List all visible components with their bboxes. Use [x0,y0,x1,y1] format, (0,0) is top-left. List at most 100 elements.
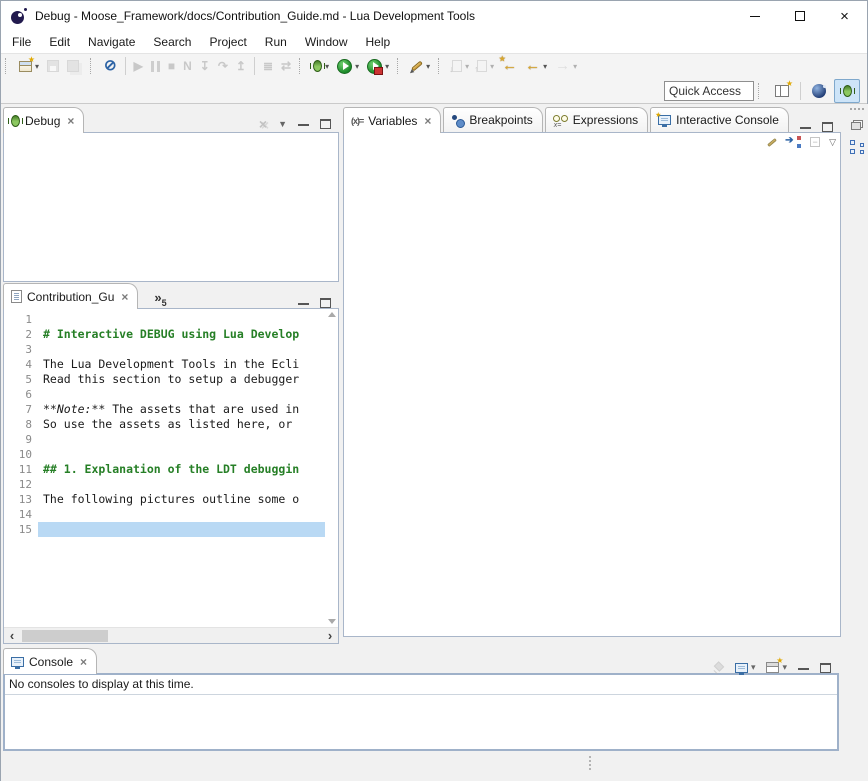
editor-line[interactable] [38,387,325,402]
scrollbar-thumb[interactable] [22,630,108,642]
editor-area: Contribution_Gu × » 5 123456789101112131… [3,282,339,644]
tab-label: Breakpoints [469,113,532,127]
window-close-button[interactable]: × [822,1,867,31]
debug-view-content[interactable] [3,132,339,282]
editor-line[interactable]: # Interactive DEBUG using Lua Develop [38,327,325,342]
editor-line[interactable]: The following pictures outline some o [38,492,325,507]
dropdown-icon[interactable]: ▾ [355,62,359,71]
window-minimize-button[interactable] [732,1,777,31]
tab-console[interactable]: Console × [3,648,97,674]
menu-edit[interactable]: Edit [40,33,79,51]
dropdown-icon[interactable]: ▾ [325,62,329,71]
dropdown-icon[interactable]: ▾ [465,62,469,71]
remove-all-terminated-icon[interactable]: × [259,116,267,132]
debug-bug-icon [11,115,20,127]
maximize-view-icon[interactable] [820,663,831,673]
dropdown-icon[interactable]: ▾ [35,62,39,71]
menu-project[interactable]: Project [200,33,255,51]
tab-breakpoints[interactable]: Breakpoints [443,107,542,132]
editor-line[interactable] [38,477,325,492]
debug-perspective-button[interactable] [834,79,860,103]
vertical-scrollbar[interactable] [325,309,338,627]
new-wizard-button[interactable]: ▾ [16,55,42,77]
minimize-view-icon[interactable] [298,124,309,128]
run-button[interactable]: ▾ [334,55,362,77]
editor-line[interactable]: So use the assets as listed here, or [38,417,325,432]
add-watch-expression-icon[interactable] [786,136,801,148]
show-luadoc-pen-icon[interactable] [767,138,777,147]
menu-search[interactable]: Search [144,33,200,51]
previous-annotation-icon [477,60,487,72]
tab-contribution-guide[interactable]: Contribution_Gu × [3,283,138,309]
dropdown-icon[interactable]: ▾ [751,662,756,673]
pin-console-icon[interactable] [713,662,724,673]
last-edit-location-button[interactable]: ← [499,55,520,77]
dropdown-icon[interactable]: ▾ [543,62,547,71]
line-number: 4 [4,357,32,372]
editor-line[interactable]: ## 1. Explanation of the LDT debuggin [38,462,325,477]
skip-all-breakpoints-button[interactable]: ⊘ [101,55,120,77]
run-external-tools-button[interactable]: ▾ [364,55,392,77]
dropdown-icon[interactable]: ▾ [385,62,389,71]
tab-expressions[interactable]: x= Expressions [545,107,648,132]
view-menu-icon[interactable]: ▽ [829,137,836,148]
open-perspective-icon [775,85,789,97]
scroll-left-icon[interactable]: ‹ [4,629,20,643]
tab-close-icon[interactable]: × [121,290,128,304]
debug-button[interactable]: ▾ [310,55,332,77]
editor-line[interactable] [38,312,325,327]
dropdown-icon[interactable]: ▾ [573,62,577,71]
horizontal-scrollbar[interactable]: ‹ › [4,627,338,643]
dropdown-icon[interactable]: ▾ [426,62,430,71]
editor-line[interactable] [38,342,325,357]
editor-line[interactable] [38,447,325,462]
minimize-view-icon[interactable] [798,668,809,672]
dropdown-icon[interactable]: ▾ [490,62,494,71]
window-maximize-button[interactable] [777,1,822,31]
scroll-up-icon[interactable] [328,312,336,317]
hidden-editors-indicator[interactable]: » 5 [154,292,166,308]
editor-line[interactable]: **Note:** The assets that are used in [38,402,325,417]
maximize-view-icon[interactable] [822,122,833,132]
scroll-right-icon[interactable]: › [322,629,338,643]
line-number-ruler[interactable]: 123456789101112131415 [4,309,38,627]
tab-close-icon[interactable]: × [67,114,74,128]
back-button[interactable]: ←▾ [522,55,550,77]
tab-variables[interactable]: (x)= Variables × [343,107,441,133]
scrollbar-track[interactable] [20,628,322,643]
tab-debug[interactable]: Debug × [3,107,84,133]
lua-perspective-button[interactable] [806,79,832,103]
code-area[interactable]: # Interactive DEBUG using Lua Develop Th… [38,309,325,627]
editor-line[interactable] [38,432,325,447]
editor-line[interactable]: Read this section to setup a debugger [38,372,325,387]
menu-window[interactable]: Window [296,33,357,51]
minimize-view-icon[interactable] [298,303,309,307]
menu-navigate[interactable]: Navigate [79,33,144,51]
quick-access-input[interactable] [664,81,754,101]
scroll-down-icon[interactable] [328,619,336,624]
editor-line[interactable]: The Lua Development Tools in the Ecli [38,357,325,372]
menu-run[interactable]: Run [256,33,296,51]
view-menu-icon[interactable]: ▼ [278,119,287,129]
tab-close-icon[interactable]: × [80,655,87,669]
editor-line[interactable] [38,522,325,537]
open-task-button[interactable]: ▾ [408,55,433,77]
menu-file[interactable]: File [3,33,40,51]
open-perspective-button[interactable] [769,79,795,103]
display-selected-console-icon[interactable] [735,663,748,673]
restart-icon: ⇄ [281,59,291,73]
minimize-view-icon[interactable] [800,127,811,131]
maximize-view-icon[interactable] [320,119,331,129]
menu-help[interactable]: Help [357,33,400,51]
maximize-view-icon[interactable] [320,298,331,308]
restore-view-icon[interactable] [851,120,863,130]
outline-view-icon[interactable] [850,140,864,154]
status-drag-handle[interactable] [589,756,591,770]
open-console-icon[interactable] [766,662,779,673]
trim-drag-handle[interactable] [850,108,864,110]
tab-interactive-console[interactable]: ★ Interactive Console [650,107,789,132]
editor-line[interactable] [38,507,325,522]
tab-close-icon[interactable]: × [424,114,431,128]
variables-view-content[interactable]: − ▽ [343,132,841,637]
collapse-all-icon[interactable]: − [810,137,820,147]
